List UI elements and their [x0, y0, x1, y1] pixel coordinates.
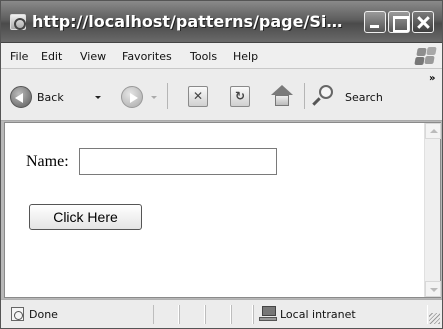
search-icon[interactable]	[312, 85, 334, 107]
menu-file[interactable]: File	[10, 50, 28, 63]
minimize-icon[interactable]	[364, 11, 386, 33]
status-bar	[1, 299, 442, 328]
maximize-icon[interactable]	[388, 11, 410, 33]
back-button-label[interactable]: Back	[37, 91, 64, 104]
menu-bar: File Edit View Favorites Tools Help	[1, 43, 442, 69]
title-bar[interactable]: http://localhost/patterns/page/Simpl...	[1, 1, 442, 43]
status-cell	[179, 305, 205, 324]
back-dropdown-icon[interactable]	[95, 96, 101, 99]
menu-favorites[interactable]: Favorites	[122, 50, 172, 63]
page-viewport: Name: Click Here	[4, 122, 441, 298]
refresh-icon[interactable]: ↻	[230, 86, 250, 107]
toolbar-overflow-icon[interactable]: »	[429, 73, 436, 84]
toolbar-separator	[304, 83, 305, 109]
status-cell	[205, 305, 231, 324]
menu-tools[interactable]: Tools	[190, 50, 217, 63]
menu-view[interactable]: View	[80, 50, 106, 63]
scroll-down-icon[interactable]	[425, 281, 441, 297]
vertical-scrollbar[interactable]	[424, 123, 441, 297]
name-input[interactable]	[79, 148, 277, 175]
intranet-icon	[259, 306, 277, 322]
close-icon[interactable]	[412, 11, 434, 33]
name-label: Name:	[26, 153, 69, 170]
menu-help[interactable]: Help	[233, 50, 258, 63]
window-title: http://localhost/patterns/page/Simpl...	[32, 12, 352, 31]
security-zone-text: Local intranet	[280, 308, 356, 321]
page-done-icon	[11, 307, 24, 321]
resize-grip-icon[interactable]	[429, 313, 440, 324]
status-cell	[153, 305, 179, 324]
home-icon[interactable]	[271, 85, 293, 107]
toolbar-separator	[167, 83, 168, 109]
ie-page-icon[interactable]	[10, 14, 26, 30]
back-arrow-icon[interactable]	[10, 86, 32, 108]
status-cell	[231, 305, 253, 324]
search-button-label[interactable]: Search	[345, 91, 383, 104]
scroll-up-icon[interactable]	[425, 123, 441, 139]
browser-window: http://localhost/patterns/page/Simpl... …	[0, 0, 443, 329]
windows-logo-icon	[405, 46, 439, 68]
status-text: Done	[29, 308, 58, 321]
forward-dropdown-icon[interactable]	[151, 96, 157, 99]
forward-arrow-icon[interactable]	[121, 86, 143, 108]
stop-icon[interactable]: ✕	[188, 86, 208, 107]
click-here-button[interactable]: Click Here	[29, 204, 142, 230]
menu-edit[interactable]: Edit	[41, 50, 62, 63]
